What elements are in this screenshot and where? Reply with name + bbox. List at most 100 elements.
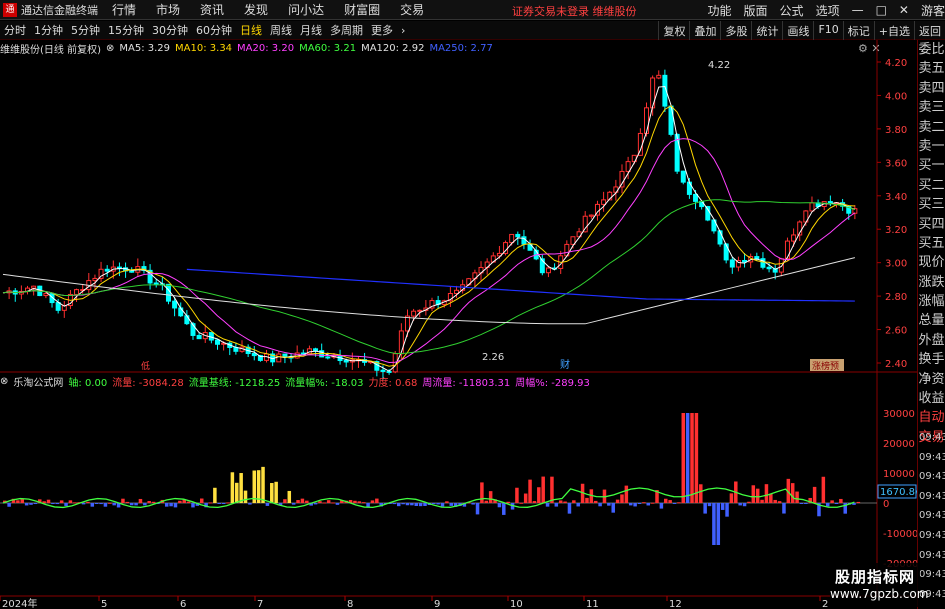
candle-body	[582, 215, 588, 233]
candle-body	[251, 352, 257, 357]
flow-bar	[392, 503, 397, 505]
candle-body	[74, 289, 80, 295]
flow-readout: 1670.84	[880, 487, 921, 498]
flow-bar	[558, 500, 563, 503]
flow-bar	[191, 503, 195, 508]
flow-tick-label: 10000	[883, 469, 915, 480]
flow-bar	[256, 470, 261, 503]
flow-bar	[628, 503, 633, 506]
time-7: 09:43	[919, 569, 945, 581]
flow-axis-label: 轴: 0.00	[68, 377, 108, 389]
flow-bar	[554, 503, 559, 507]
side-sell2[interactable]: 卖二	[918, 118, 945, 137]
flow-bar	[821, 476, 826, 503]
flow-bar	[59, 500, 64, 503]
flow-bar	[471, 503, 475, 505]
flow-bar	[138, 498, 143, 503]
price-tick-label: 4.20	[885, 58, 907, 69]
side-buy3[interactable]: 买三	[918, 195, 945, 214]
flow-settings-icon[interactable]: ⊗	[0, 376, 8, 387]
flow-bar	[637, 503, 642, 504]
flow-bar	[7, 503, 11, 507]
flow-bar	[24, 503, 29, 506]
flow-bar	[856, 501, 861, 503]
flow-bar	[16, 500, 20, 503]
side-buy1[interactable]: 买一	[918, 156, 945, 175]
flow-bar	[598, 503, 602, 507]
candle-body	[215, 339, 220, 345]
side-auto[interactable]: 自动	[918, 408, 945, 427]
side-buy5[interactable]: 买五	[918, 234, 945, 253]
side-income[interactable]: 收益	[918, 389, 945, 408]
time-2: 09:43	[919, 471, 945, 483]
flow-bar	[550, 476, 554, 503]
side-sell3[interactable]: 卖三	[918, 98, 945, 117]
tick-times: 09:43 09:43 09:43 09:43 09:43 09:43 09:4…	[917, 428, 945, 604]
side-pct[interactable]: 涨幅	[918, 292, 945, 311]
side-netasset[interactable]: 净资	[918, 370, 945, 389]
time-5: 09:43	[919, 529, 945, 541]
flow-bar	[283, 499, 287, 503]
candle-body	[693, 193, 699, 202]
side-buy2[interactable]: 买二	[918, 176, 945, 195]
flow-bar	[760, 499, 764, 503]
candle-body	[104, 268, 110, 272]
flow-bar	[178, 500, 182, 503]
flow-bar	[445, 501, 449, 503]
flow-bar	[265, 503, 270, 506]
candle-body	[380, 369, 386, 372]
ma250-line	[186, 268, 855, 302]
side-volume[interactable]: 总量	[918, 311, 945, 330]
flow-bar	[475, 503, 480, 515]
flow-bar	[747, 501, 751, 503]
flow-weekpct-label: 周幅%: -289.93	[515, 377, 590, 389]
flow-bar	[541, 476, 545, 503]
candle-body	[766, 266, 772, 270]
flow-bar	[169, 503, 173, 507]
flow-bar	[370, 500, 375, 503]
side-sell1[interactable]: 卖一	[918, 137, 945, 156]
side-buy4[interactable]: 买四	[918, 215, 945, 234]
flow-bar	[401, 503, 405, 505]
candle-body	[717, 230, 723, 245]
price-tick-label: 2.80	[885, 292, 907, 303]
flow-bar	[677, 502, 681, 504]
ma10-line	[2, 105, 855, 367]
candle-body	[809, 202, 815, 212]
candle-body	[165, 283, 171, 302]
candle-body	[398, 330, 404, 355]
side-sell5[interactable]: 卖五	[918, 59, 945, 78]
flow-bar	[699, 484, 703, 503]
flow-bar	[361, 502, 366, 504]
flow-bar	[94, 503, 99, 504]
flow-bar	[261, 466, 265, 503]
candle-body	[644, 107, 649, 134]
flow-bar	[497, 503, 502, 508]
date-tick-label: 2	[822, 599, 828, 609]
flow-bar	[812, 486, 817, 503]
side-turnover[interactable]: 换手	[918, 350, 945, 369]
flow-bar	[326, 500, 331, 503]
flow-bar	[90, 503, 95, 507]
candle-body	[43, 293, 49, 297]
flow-bar	[694, 413, 699, 503]
price-tick-label: 4.00	[885, 91, 907, 102]
flow-bar	[633, 503, 637, 507]
date-tick-label: 7	[257, 599, 263, 609]
side-change[interactable]: 涨跌	[918, 273, 945, 292]
flow-bar	[432, 503, 436, 504]
side-outer[interactable]: 外盘	[918, 331, 945, 350]
flow-tick-label: 20000	[883, 439, 915, 450]
candle-body	[778, 258, 784, 273]
date-tick-label: 8	[347, 599, 353, 609]
side-sell4[interactable]: 卖四	[918, 79, 945, 98]
price-tick-label: 3.60	[885, 158, 907, 169]
candle-body	[129, 270, 135, 273]
flow-bar	[125, 501, 130, 503]
side-weibi[interactable]: 委比	[918, 40, 945, 59]
kline-chart[interactable]: 4.20 4.00 3.80 3.60 3.40 3.20 3.00 2.80 2.60 2.40…	[0, 0, 945, 609]
candle-body	[680, 170, 686, 183]
candle-body	[729, 259, 735, 268]
high-price-annotation: 4.22	[708, 60, 730, 71]
side-price[interactable]: 现价	[918, 253, 945, 272]
